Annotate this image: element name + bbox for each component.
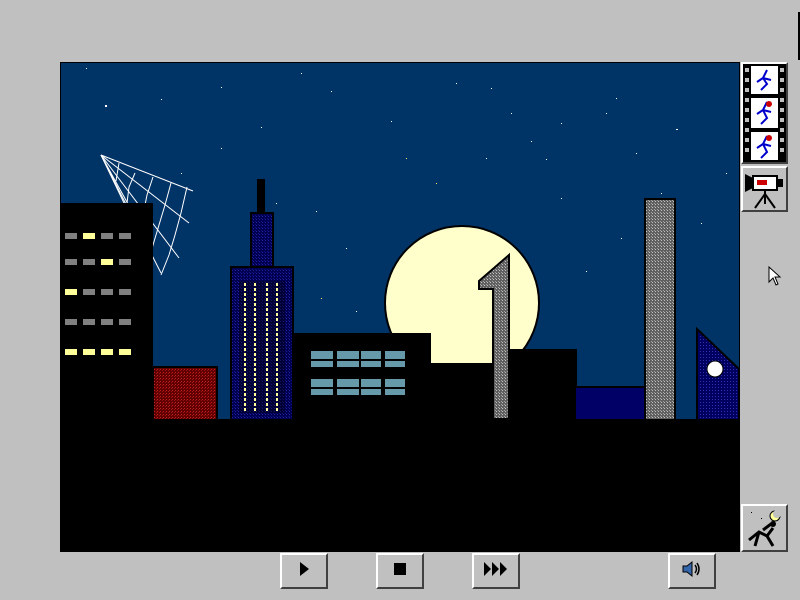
night-scene-button[interactable]	[741, 504, 788, 552]
play-button[interactable]	[280, 553, 328, 589]
teal-window-building	[293, 333, 431, 433]
fast-forward-icon	[483, 561, 509, 582]
stop-button[interactable]	[376, 553, 424, 589]
speaker-icon	[681, 560, 703, 583]
red-brick-building	[152, 366, 218, 428]
tall-gray-tower	[644, 198, 676, 422]
camera-button[interactable]	[741, 166, 788, 212]
night-city-scene	[61, 63, 739, 551]
animation-stage[interactable]	[60, 62, 740, 552]
night-runner-icon	[743, 506, 786, 550]
volume-button[interactable]	[668, 553, 716, 589]
play-icon	[297, 561, 311, 582]
stop-icon	[392, 561, 408, 582]
fast-forward-button[interactable]	[472, 553, 520, 589]
animation-player-window	[0, 0, 800, 600]
movie-camera-icon	[743, 168, 786, 210]
filmstrip-running-man-icon	[743, 64, 786, 162]
city-ground	[61, 419, 739, 551]
filmstrip-button[interactable]	[741, 62, 788, 164]
mouse-cursor-icon	[768, 265, 782, 291]
